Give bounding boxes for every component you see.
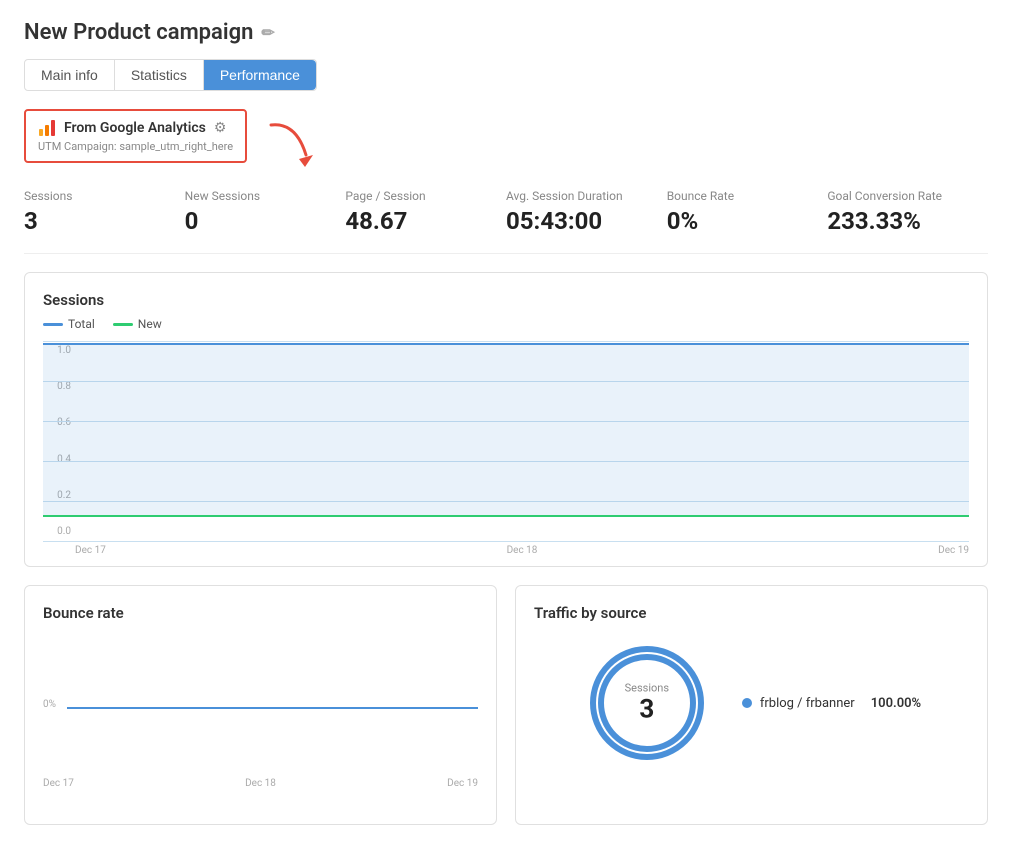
metric-goal-conversion-value: 233.33% [827, 207, 972, 235]
legend-new-label: New [138, 317, 162, 331]
bounce-rate-line [67, 707, 478, 709]
traffic-source-label: frblog / frbanner [760, 696, 855, 711]
legend-total-label: Total [68, 317, 95, 331]
metric-bounce-rate: Bounce Rate 0% [667, 189, 828, 235]
traffic-by-source-card: Traffic by source Sessions 3 [515, 585, 988, 825]
utm-label-row: UTM Campaign: sample_utm_right_here [38, 140, 233, 153]
sessions-chart-legend: Total New [43, 317, 969, 331]
metric-new-sessions-label: New Sessions [185, 189, 330, 203]
bounce-x-dec18: Dec 18 [245, 778, 276, 789]
chart-line-new [43, 515, 969, 517]
sessions-chart-title: Sessions [43, 291, 969, 309]
metric-sessions-value: 3 [24, 207, 169, 235]
google-analytics-icon [38, 119, 56, 137]
red-arrow-icon [261, 117, 321, 167]
edit-icon[interactable]: ✏ [261, 23, 274, 42]
bounce-rate-title: Bounce rate [43, 604, 478, 622]
metrics-row: Sessions 3 New Sessions 0 Page / Session… [24, 189, 988, 254]
x-label-dec17: Dec 17 [75, 545, 106, 556]
grid-line-1 [43, 341, 969, 342]
metric-sessions-label: Sessions [24, 189, 169, 203]
traffic-title: Traffic by source [534, 604, 969, 622]
utm-label-text: UTM Campaign: [38, 140, 117, 153]
bounce-y-label: 0% [43, 699, 56, 710]
grid-line-0 [43, 541, 969, 542]
chart-line-total [43, 343, 969, 345]
metric-page-session: Page / Session 48.67 [345, 189, 506, 235]
bottom-row: Bounce rate 0% Dec 17 Dec 18 Dec 19 Traf… [24, 585, 988, 825]
tab-main-info[interactable]: Main info [25, 60, 115, 90]
sessions-x-labels: Dec 17 Dec 18 Dec 19 [75, 541, 969, 556]
metric-avg-duration-value: 05:43:00 [506, 207, 651, 235]
x-label-dec18: Dec 18 [507, 545, 538, 556]
metric-sessions: Sessions 3 [24, 189, 185, 235]
bounce-x-dec19: Dec 19 [447, 778, 478, 789]
bounce-x-dec17: Dec 17 [43, 778, 74, 789]
arrow-indicator [261, 117, 321, 171]
sessions-chart-content [43, 341, 969, 541]
legend-total-dot [43, 323, 63, 326]
page-title: New Product campaign [24, 20, 253, 45]
analytics-header: From Google Analytics ⚙ [38, 119, 233, 137]
donut-sessions-value: 3 [625, 695, 669, 725]
metric-avg-duration-label: Avg. Session Duration [506, 189, 651, 203]
traffic-source-pct: 100.00% [871, 696, 921, 711]
sessions-chart-wrap: 1.0 0.8 0.6 0.4 0.2 0.0 [43, 341, 969, 541]
metric-bounce-rate-label: Bounce Rate [667, 189, 812, 203]
page-title-row: New Product campaign ✏ [24, 20, 988, 45]
analytics-row: From Google Analytics ⚙ UTM Campaign: sa… [24, 109, 988, 171]
donut-center: Sessions 3 [625, 682, 669, 725]
traffic-legend-dot [742, 698, 752, 708]
chart-fill [43, 343, 969, 517]
metric-new-sessions-value: 0 [185, 207, 330, 235]
bounce-x-labels: Dec 17 Dec 18 Dec 19 [43, 772, 478, 789]
legend-new-dot [113, 323, 133, 326]
legend-new: New [113, 317, 162, 331]
sessions-chart-card: Sessions Total New 1.0 0.8 0.6 0.4 0.2 0… [24, 272, 988, 567]
analytics-box: From Google Analytics ⚙ UTM Campaign: sa… [24, 109, 247, 163]
legend-total: Total [43, 317, 95, 331]
x-label-dec19: Dec 19 [938, 545, 969, 556]
donut-chart-wrap: Sessions 3 [582, 638, 712, 768]
utm-value: sample_utm_right_here [119, 140, 233, 153]
metric-new-sessions: New Sessions 0 [185, 189, 346, 235]
donut-container: Sessions 3 frblog / frbanner 100.00% [534, 638, 969, 768]
bounce-rate-card: Bounce rate 0% Dec 17 Dec 18 Dec 19 [24, 585, 497, 825]
analytics-title: From Google Analytics [64, 120, 206, 136]
metric-goal-conversion: Goal Conversion Rate 233.33% [827, 189, 988, 235]
metric-goal-conversion-label: Goal Conversion Rate [827, 189, 972, 203]
metric-avg-duration: Avg. Session Duration 05:43:00 [506, 189, 667, 235]
metric-bounce-rate-value: 0% [667, 207, 812, 235]
donut-sessions-label: Sessions [625, 682, 669, 695]
traffic-legend: frblog / frbanner 100.00% [742, 696, 921, 711]
tab-performance[interactable]: Performance [204, 60, 316, 90]
bounce-chart-area: 0% [43, 642, 478, 772]
tabs-bar: Main info Statistics Performance [24, 59, 317, 91]
metric-page-session-label: Page / Session [345, 189, 490, 203]
metric-page-session-value: 48.67 [345, 207, 490, 235]
traffic-legend-item: frblog / frbanner 100.00% [742, 696, 921, 711]
gear-icon[interactable]: ⚙ [214, 120, 227, 136]
tab-statistics[interactable]: Statistics [115, 60, 204, 90]
